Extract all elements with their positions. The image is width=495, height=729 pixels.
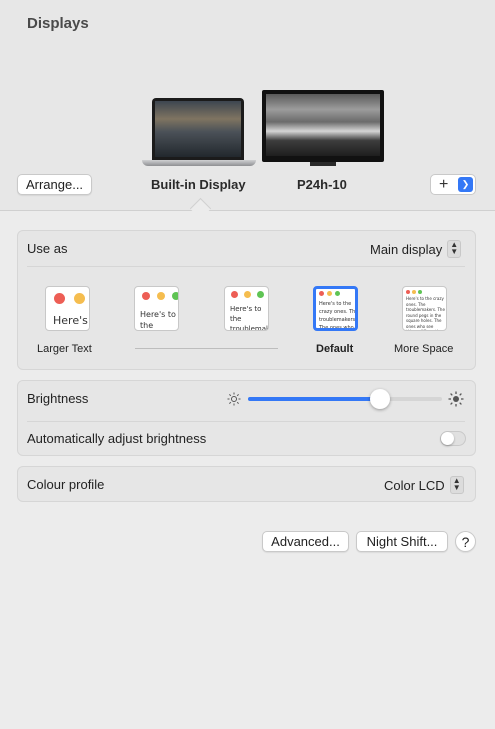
brightness-slider-knob[interactable] — [369, 389, 390, 409]
use-as-label: Use as — [27, 241, 68, 256]
colour-profile-label: Colour profile — [27, 477, 105, 492]
auto-brightness-label: Automatically adjust brightness — [27, 431, 207, 446]
zoom-dot — [418, 290, 422, 294]
sample-text: Here's to the troublemakers — [140, 310, 176, 330]
resolution-option-more-space[interactable]: Here's to the crazy ones. The troublemak… — [402, 286, 447, 331]
resolution-option-larger-text[interactable]: Here's — [45, 286, 90, 331]
external-display-thumbnail[interactable] — [262, 90, 384, 168]
arrange-button-label: Arrange... — [25, 177, 84, 192]
colour-profile-select[interactable]: Color LCD ▲ ▼ — [384, 476, 464, 494]
brightness-low-icon — [227, 392, 241, 406]
close-dot — [406, 290, 410, 294]
zoom-dot — [172, 292, 178, 300]
minimize-dot — [157, 292, 165, 300]
stepper-icon: ▲ ▼ — [447, 240, 462, 258]
add-display-button[interactable]: + ❯ — [430, 174, 476, 195]
chevron-down-icon[interactable]: ❯ — [458, 177, 473, 192]
close-dot — [142, 292, 150, 300]
external-display-label[interactable]: P24h-10 — [297, 177, 347, 192]
builtin-display-label[interactable]: Built-in Display — [151, 177, 246, 192]
sample-text: Here's to the troublemakers. The ones wh… — [230, 305, 269, 331]
colour-profile-value: Color LCD — [384, 477, 445, 493]
help-button[interactable]: ? — [455, 531, 476, 552]
advanced-button[interactable]: Advanced... — [262, 531, 349, 552]
resolution-option-2[interactable]: Here's to the troublemakers — [134, 286, 179, 331]
use-as-select[interactable]: Main display ▲ ▼ — [370, 240, 462, 258]
resolution-option-default[interactable]: Here's to the crazy ones. The troublemak… — [313, 286, 358, 331]
resolution-label-larger-text: Larger Text — [37, 343, 92, 355]
brightness-slider-fill — [248, 397, 380, 401]
night-shift-button-label: Night Shift... — [366, 534, 438, 549]
builtin-display-thumbnail[interactable] — [142, 98, 256, 168]
separator — [27, 266, 465, 267]
help-icon: ? — [461, 533, 470, 550]
auto-brightness-toggle[interactable] — [440, 431, 466, 446]
minimize-dot — [412, 290, 416, 294]
zoom-dot — [335, 291, 340, 296]
brightness-slider[interactable] — [248, 389, 442, 409]
stepper-icon: ▲ ▼ — [449, 476, 464, 494]
add-icon: + — [439, 176, 449, 193]
toggle-knob — [441, 432, 454, 445]
close-dot — [54, 293, 65, 304]
minimize-dot — [244, 291, 251, 298]
sample-text: Here's to the crazy ones. The troublemak… — [319, 301, 358, 331]
sample-text: Here's to the crazy ones. The troublemak… — [406, 296, 445, 330]
resolution-label-more-space: More Space — [394, 343, 454, 355]
close-dot — [231, 291, 238, 298]
brightness-high-icon — [448, 391, 464, 407]
resolution-divider — [135, 348, 278, 349]
sample-text: Here's — [53, 314, 88, 327]
resolution-option-3[interactable]: Here's to the troublemakers. The ones wh… — [224, 286, 269, 331]
window-title: Displays — [27, 15, 89, 32]
separator — [27, 421, 465, 422]
arrange-button[interactable]: Arrange... — [17, 174, 92, 195]
minimize-dot — [327, 291, 332, 296]
close-dot — [319, 291, 324, 296]
minimize-dot — [74, 293, 85, 304]
resolution-label-default: Default — [316, 343, 354, 355]
night-shift-button[interactable]: Night Shift... — [356, 531, 448, 552]
use-as-value: Main display — [370, 241, 443, 257]
brightness-label: Brightness — [27, 391, 89, 406]
zoom-dot — [257, 291, 264, 298]
advanced-button-label: Advanced... — [271, 534, 340, 549]
